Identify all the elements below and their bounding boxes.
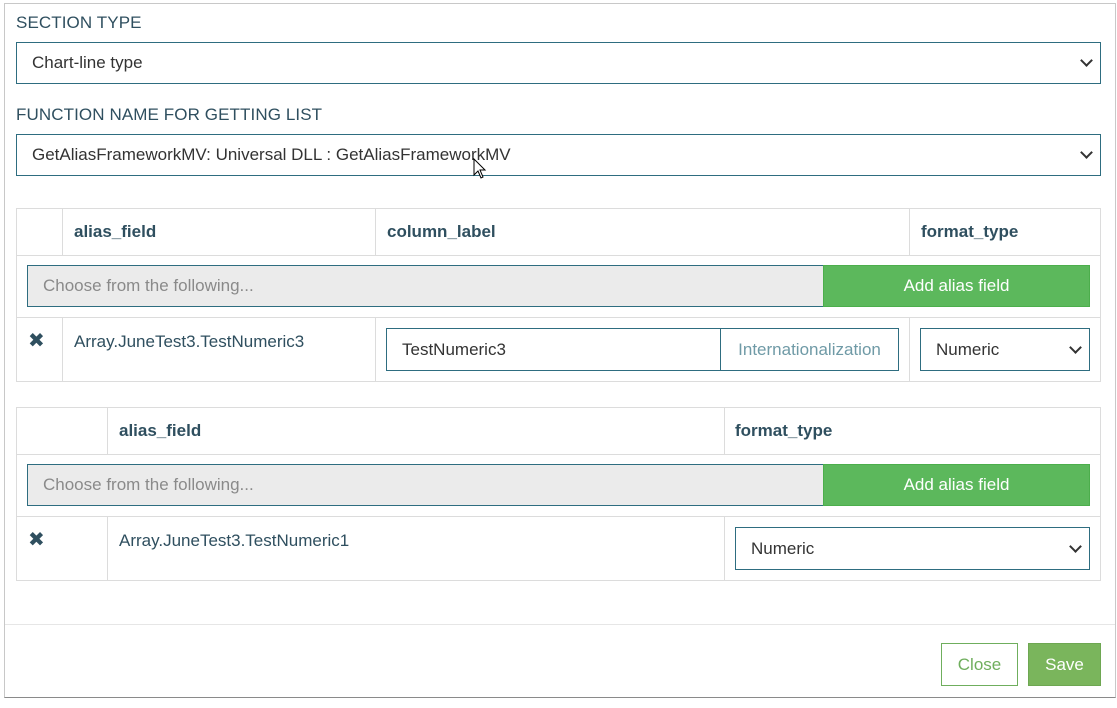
alias-chooser-input[interactable]: Choose from the following... bbox=[27, 464, 824, 506]
function-name-select[interactable]: GetAliasFrameworkMV: Universal DLL : Get… bbox=[16, 134, 1101, 176]
alias-table-1: alias_field column_label format_type Cho… bbox=[16, 208, 1101, 382]
header-alias-field: alias_field bbox=[119, 421, 202, 440]
alias-table-2: alias_field format_type Choose from the … bbox=[16, 407, 1101, 581]
save-button[interactable]: Save bbox=[1028, 643, 1101, 686]
chevron-down-icon bbox=[1080, 54, 1093, 67]
chevron-down-icon bbox=[1069, 539, 1082, 553]
alias-field-value: Array.JuneTest3.TestNumeric1 bbox=[119, 531, 350, 550]
format-type-value: Numeric bbox=[751, 538, 815, 558]
format-type-select[interactable]: Numeric bbox=[920, 328, 1090, 371]
add-alias-field-button[interactable]: Add alias field bbox=[823, 464, 1090, 506]
close-icon[interactable]: ✖ bbox=[28, 331, 45, 351]
function-name-value: GetAliasFrameworkMV: Universal DLL : Get… bbox=[32, 145, 511, 164]
section-type-value: Chart-line type bbox=[32, 53, 143, 72]
alias-chooser-input[interactable]: Choose from the following... bbox=[27, 265, 824, 307]
format-type-select[interactable]: Numeric bbox=[735, 527, 1090, 570]
chevron-down-icon bbox=[1069, 340, 1082, 354]
format-type-value: Numeric bbox=[936, 339, 1000, 359]
section-type-select[interactable]: Chart-line type bbox=[16, 42, 1101, 84]
mouse-cursor-icon bbox=[473, 158, 487, 179]
header-format-type: format_type bbox=[735, 421, 833, 440]
header-alias-field: alias_field bbox=[74, 222, 157, 241]
add-alias-field-button[interactable]: Add alias field bbox=[823, 265, 1090, 307]
function-name-label: FUNCTION NAME FOR GETTING LIST bbox=[16, 105, 323, 124]
close-icon[interactable]: ✖ bbox=[28, 530, 45, 550]
chevron-down-icon bbox=[1080, 146, 1093, 159]
column-label-value: TestNumeric3 bbox=[402, 339, 506, 359]
alias-chooser-placeholder: Choose from the following... bbox=[43, 475, 254, 494]
section-type-label: SECTION TYPE bbox=[16, 13, 142, 32]
column-label-input[interactable]: TestNumeric3 bbox=[386, 328, 722, 371]
header-format-type: format_type bbox=[921, 222, 1019, 241]
section-editor-modal: SECTION TYPE Chart-line type FUNCTION NA… bbox=[4, 3, 1116, 698]
footer-divider bbox=[5, 624, 1115, 625]
header-column-label: column_label bbox=[387, 222, 496, 241]
close-button[interactable]: Close bbox=[941, 643, 1018, 686]
alias-chooser-placeholder: Choose from the following... bbox=[43, 276, 254, 295]
alias-field-value: Array.JuneTest3.TestNumeric3 bbox=[74, 332, 305, 351]
internationalization-button[interactable]: Internationalization bbox=[720, 328, 899, 371]
